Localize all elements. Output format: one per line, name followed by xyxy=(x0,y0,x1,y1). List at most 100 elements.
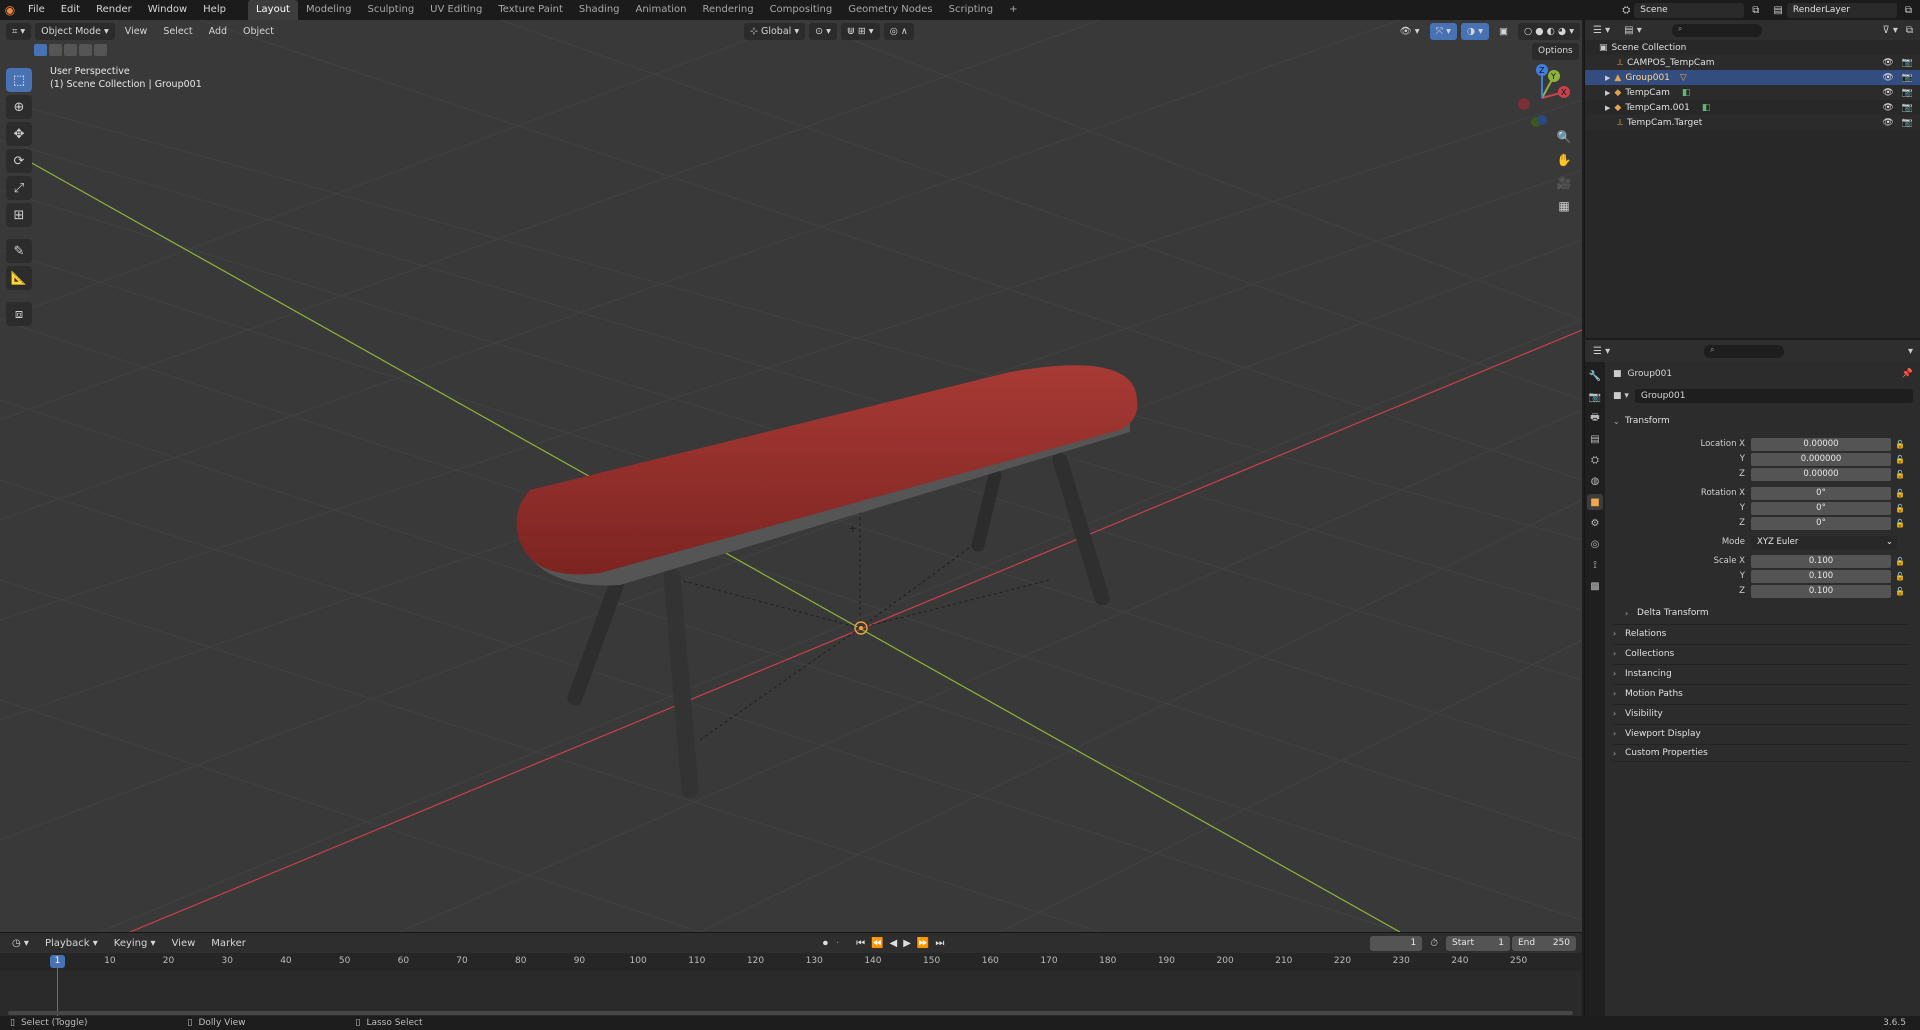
eye-icon[interactable]: 👁 xyxy=(1882,88,1893,98)
visibility-icon[interactable]: 👁 ▾ xyxy=(1394,23,1426,40)
menu-playback[interactable]: Playback ▾ xyxy=(39,935,104,952)
shading-modes-icon[interactable]: ○ ● ◐ ◕ ▾ xyxy=(1517,22,1580,40)
filter-icon[interactable]: ⊽ ▾ xyxy=(1882,25,1898,36)
visibility-panel-header[interactable]: › Visibility xyxy=(1613,704,1909,722)
rotate-tool-icon[interactable]: ⟳ xyxy=(6,149,32,173)
select-extend-icon[interactable] xyxy=(49,44,62,56)
eye-icon[interactable]: 👁 xyxy=(1882,118,1893,128)
outliner-row[interactable]: ▶ ◆ TempCam.001 ◧ 👁 📷 xyxy=(1585,100,1920,115)
outliner-root-row[interactable]: ▣ Scene Collection xyxy=(1585,40,1920,55)
outliner-row[interactable]: ▶ ◆ TempCam ◧ 👁 📷 xyxy=(1585,85,1920,100)
render-tab-icon[interactable]: 📷 xyxy=(1587,389,1603,405)
camera-render-icon[interactable]: 📷 xyxy=(1902,103,1913,113)
gizmo-toggle-icon[interactable]: ⤧ ▾ xyxy=(1429,22,1457,40)
select-subtract-icon[interactable] xyxy=(64,44,77,56)
jump-end-icon[interactable]: ⏭ xyxy=(935,938,944,949)
transform-orientation-dropdown[interactable]: ⊹ Global ▾ xyxy=(744,22,806,40)
proportional-edit-icon[interactable]: ◎ ∧ xyxy=(883,22,914,40)
pan-hand-icon[interactable]: ✋ xyxy=(1553,149,1575,171)
rotation-mode-dropdown[interactable]: XYZ Euler ⌄ xyxy=(1751,536,1897,549)
select-box-tool-icon[interactable]: ⬚ xyxy=(6,68,32,92)
menu-render[interactable]: Render xyxy=(88,0,140,20)
timeline-scrollbar[interactable] xyxy=(8,1011,1573,1015)
relations-panel-header[interactable]: › Relations xyxy=(1613,624,1909,642)
xray-icon[interactable]: ▣ xyxy=(1493,23,1514,40)
tab-animation[interactable]: Animation xyxy=(628,0,695,20)
menu-view[interactable]: View xyxy=(119,23,154,40)
scene-tab-icon[interactable]: ⛭ xyxy=(1587,452,1603,468)
tab-shading[interactable]: Shading xyxy=(571,0,628,20)
outliner-editor-type-icon[interactable]: ☰ ▾ xyxy=(1593,25,1610,36)
lock-rotation-y-icon[interactable]: 🔓 xyxy=(1895,504,1905,513)
zoom-icon[interactable]: 🔍 xyxy=(1553,126,1575,148)
location-z-field[interactable]: 0.00000 xyxy=(1751,468,1891,481)
add-workspace-button[interactable]: + xyxy=(1001,0,1025,20)
menu-file[interactable]: File xyxy=(20,0,53,20)
rotation-y-field[interactable]: 0° xyxy=(1751,502,1891,515)
location-x-field[interactable]: 0.00000 xyxy=(1751,438,1891,451)
menu-window[interactable]: Window xyxy=(140,0,195,20)
menu-edit[interactable]: Edit xyxy=(53,0,88,20)
outliner-row-selected[interactable]: ▶ ▲ Group001 ▽ 👁 📷 xyxy=(1585,70,1920,85)
lock-location-z-icon[interactable]: 🔓 xyxy=(1895,470,1905,479)
select-intersect-icon[interactable] xyxy=(94,44,107,56)
end-frame-field[interactable]: End 250 xyxy=(1512,935,1576,951)
measure-tool-icon[interactable]: 📐 xyxy=(6,266,32,290)
rotation-z-field[interactable]: 0° xyxy=(1751,517,1891,530)
properties-options-icon[interactable]: ▾ xyxy=(1908,346,1913,357)
perspective-toggle-icon[interactable]: ▦ xyxy=(1553,195,1575,217)
outliner-search-input[interactable]: ⌕ xyxy=(1671,23,1762,37)
tool-tab-icon[interactable]: 🔧 xyxy=(1587,368,1603,384)
playhead-frame-label[interactable]: 1 xyxy=(50,955,65,968)
lock-rotation-z-icon[interactable]: 🔓 xyxy=(1895,519,1905,528)
expand-arrow-icon[interactable]: ▶ xyxy=(1605,104,1610,112)
menu-help[interactable]: Help xyxy=(195,0,234,20)
modifiers-tab-icon[interactable]: ⚙ xyxy=(1587,515,1603,531)
editor-type-button[interactable]: ⌗ ▾ xyxy=(6,22,32,40)
view-layer-selector[interactable]: RenderLayer xyxy=(1786,2,1897,18)
new-scene-icon[interactable]: ⧉ xyxy=(1752,5,1759,16)
lock-location-x-icon[interactable]: 🔓 xyxy=(1895,440,1905,449)
properties-search-input[interactable]: ⌕ xyxy=(1704,344,1785,358)
cursor-tool-icon[interactable]: ⊕ xyxy=(6,95,32,119)
transform-panel-header[interactable]: ⌄ Transform xyxy=(1613,412,1909,430)
select-invert-icon[interactable] xyxy=(79,44,92,56)
tab-scripting[interactable]: Scripting xyxy=(941,0,1001,20)
play-icon[interactable]: ▶ xyxy=(903,938,911,949)
expand-arrow-icon[interactable]: ▶ xyxy=(1605,89,1610,97)
outliner-row[interactable]: ⟂ CAMPOS_TempCam 👁 📷 xyxy=(1585,55,1920,70)
add-cube-tool-icon[interactable]: ⧈ xyxy=(6,302,32,326)
collections-panel-header[interactable]: › Collections xyxy=(1613,644,1909,662)
lock-rotation-x-icon[interactable]: 🔓 xyxy=(1895,489,1905,498)
object-mode-dropdown[interactable]: Object Mode ▾ xyxy=(35,22,115,40)
autokey-icon[interactable]: · xyxy=(836,938,839,949)
transform-tool-icon[interactable]: ⊞ xyxy=(6,203,32,227)
camera-render-icon[interactable]: 📷 xyxy=(1902,88,1913,98)
new-collection-icon[interactable]: ⧉ xyxy=(1906,25,1913,36)
preview-range-icon[interactable]: ⏱ xyxy=(1430,938,1438,949)
current-frame-field[interactable]: 1 xyxy=(1370,935,1423,951)
instancing-panel-header[interactable]: › Instancing xyxy=(1613,664,1909,682)
move-tool-icon[interactable]: ✥ xyxy=(6,122,32,146)
rotation-x-field[interactable]: 0° xyxy=(1751,487,1891,500)
tab-modeling[interactable]: Modeling xyxy=(298,0,360,20)
tab-sculpting[interactable]: Sculpting xyxy=(359,0,422,20)
physics-tab-icon[interactable]: ◎ xyxy=(1587,536,1603,552)
custom-properties-panel-header[interactable]: › Custom Properties xyxy=(1613,744,1909,762)
menu-select[interactable]: Select xyxy=(157,23,198,40)
jump-keyframe-back-icon[interactable]: ⏪ xyxy=(871,938,883,949)
output-tab-icon[interactable]: 🖶 xyxy=(1587,410,1603,426)
pivot-point-icon[interactable]: ⊙ ▾ xyxy=(809,22,837,40)
eye-icon[interactable]: 👁 xyxy=(1882,103,1893,113)
blender-logo-icon[interactable]: ◉ xyxy=(0,3,20,17)
tab-compositing[interactable]: Compositing xyxy=(762,0,841,20)
camera-render-icon[interactable]: 📷 xyxy=(1902,73,1913,83)
jump-keyframe-forward-icon[interactable]: ⏩ xyxy=(917,938,929,949)
tab-uv-editing[interactable]: UV Editing xyxy=(422,0,490,20)
delta-transform-panel-header[interactable]: › Delta Transform xyxy=(1625,604,1909,622)
expand-arrow-icon[interactable]: ▶ xyxy=(1605,74,1610,82)
properties-editor-type-icon[interactable]: ☰ ▾ xyxy=(1593,346,1610,357)
menu-view-timeline[interactable]: View xyxy=(166,935,202,952)
texture-tab-icon[interactable]: ▩ xyxy=(1587,578,1603,594)
pin-icon[interactable]: 📌 xyxy=(1902,369,1913,379)
